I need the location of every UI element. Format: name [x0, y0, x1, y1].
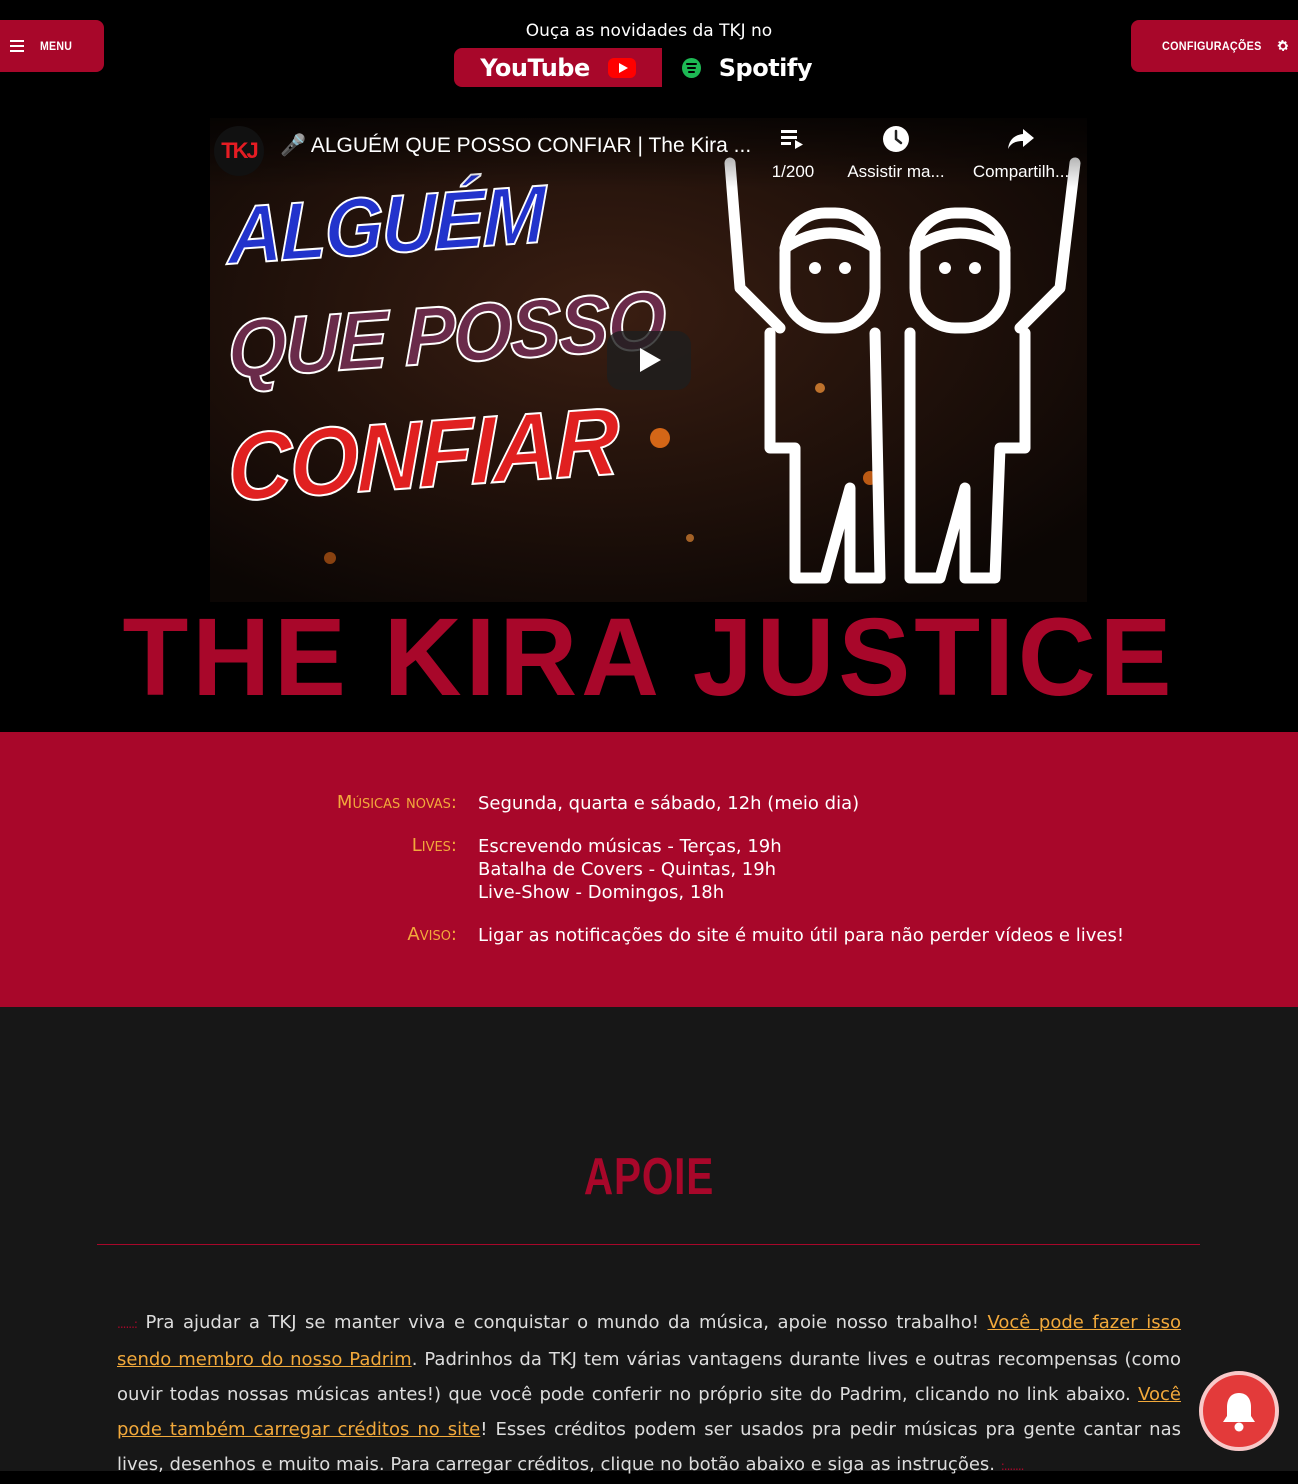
spotify-button[interactable]: Spotify	[662, 48, 813, 87]
playlist-icon	[781, 130, 803, 149]
apoie-text-1: Pra ajudar a TKJ se manter viva e conqui…	[136, 1312, 988, 1333]
lives-value-1: Escrevendo músicas - Terças, 19h	[478, 836, 782, 857]
notification-bell-button[interactable]	[1199, 1371, 1279, 1451]
schedule-section: Músicas novas: Segunda, quarta e sábado,…	[0, 732, 1298, 1007]
lives-label: Lives:	[411, 835, 457, 856]
lives-value-3: Live-Show - Domingos, 18h	[478, 882, 725, 903]
brand-title: THE KIRA JUSTICE	[122, 596, 1176, 719]
youtube-label: YouTube	[480, 53, 590, 82]
watch-later-button[interactable]: Assistir ma...	[842, 124, 950, 182]
menu-label: MENU	[40, 39, 73, 53]
spotify-icon	[682, 57, 701, 78]
lives-value-2: Batalha de Covers - Quintas, 19h	[478, 859, 777, 880]
share-icon	[1008, 129, 1034, 149]
video-embed[interactable]: ALGUÉM QUE POSSO CONFIAR TKJ 🎤 ALGUÉM QU…	[210, 118, 1087, 602]
video-title[interactable]: 🎤 ALGUÉM QUE POSSO CONFIAR | The Kira ..…	[280, 134, 751, 158]
watch-later-label: Assistir ma...	[847, 162, 945, 181]
apoie-section: APOIE ......: Pra ajudar a TKJ se manter…	[0, 1007, 1298, 1475]
bell-icon	[1223, 1393, 1255, 1432]
spotify-label: Spotify	[718, 53, 813, 82]
settings-button[interactable]: CONFIGURAÇÕES	[1131, 20, 1298, 72]
deco-left: ......:	[117, 1317, 138, 1331]
clock-icon	[883, 126, 909, 152]
youtube-icon	[607, 57, 636, 78]
playlist-button[interactable]: 1/200	[758, 124, 828, 182]
listen-text: Ouça as novidades da TKJ no	[525, 21, 773, 41]
share-button[interactable]: Compartilh...	[968, 124, 1074, 182]
gear-icon	[1277, 40, 1289, 51]
apoie-title: APOIE	[583, 1148, 715, 1206]
share-label: Compartilh...	[972, 162, 1070, 181]
new-songs-value: Segunda, quarta e sábado, 12h (meio dia)	[478, 793, 860, 814]
youtube-button[interactable]: YouTube	[454, 48, 662, 87]
hamburger-icon	[10, 40, 24, 52]
settings-label: CONFIGURAÇÕES	[1162, 39, 1262, 53]
apoie-paragraph: ......: Pra ajudar a TKJ se manter viva …	[117, 1305, 1181, 1484]
playlist-count: 1/200	[771, 162, 815, 181]
notice-label: Aviso:	[407, 924, 457, 945]
new-songs-label: Músicas novas:	[336, 792, 457, 813]
notice-value: Ligar as notificações do site é muito út…	[478, 925, 1125, 946]
play-icon[interactable]	[607, 331, 691, 390]
divider	[97, 1244, 1200, 1245]
channel-logo[interactable]: TKJ	[214, 126, 264, 176]
